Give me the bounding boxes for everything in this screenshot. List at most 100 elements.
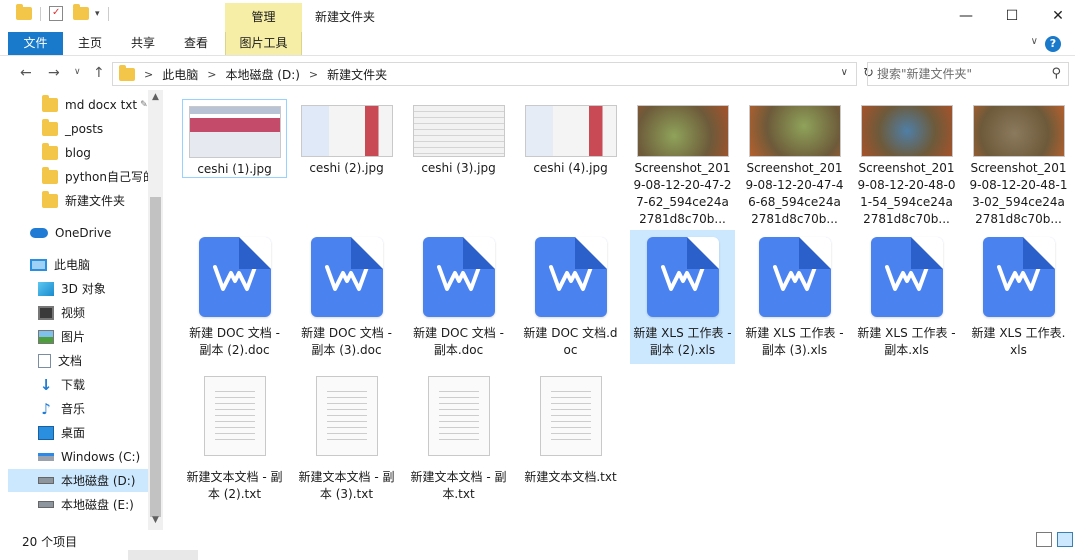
expand-ribbon-icon[interactable]: ∨: [1031, 36, 1038, 47]
sidebar-item-label: 下载: [61, 378, 86, 392]
file-name: 新建 XLS 工作表.xls: [971, 326, 1066, 357]
sidebar-item-posts[interactable]: _posts: [42, 117, 148, 140]
file-name: Screenshot_2019-08-12-20-47-27-62_594ce2…: [633, 161, 732, 226]
sidebar-item-blog[interactable]: blog: [42, 141, 148, 164]
image-thumbnail: [860, 105, 953, 157]
folder-icon: [119, 64, 135, 81]
address-bar[interactable]: > 此电脑 > 本地磁盘 (D:) > 新建文件夹 ∨ ↻: [112, 62, 874, 86]
scroll-down-icon[interactable]: ▼: [148, 515, 163, 525]
recent-locations-icon[interactable]: ∨: [74, 67, 81, 77]
sidebar-item-drive-c[interactable]: Windows (C:): [38, 445, 148, 468]
file-name: ceshi (3).jpg: [421, 161, 496, 175]
file-item-selected[interactable]: 新建 XLS 工作表 - 副本 (2).xls: [630, 230, 735, 364]
file-name: 新建文本文档 - 副本 (3).txt: [298, 470, 395, 501]
sidebar-scrollbar[interactable]: ▲ ▼: [148, 90, 163, 530]
window-title: 新建文件夹: [315, 10, 376, 24]
sidebar-item-pictures[interactable]: 图片: [38, 325, 148, 348]
search-icon[interactable]: ⚲: [1051, 63, 1061, 85]
image-thumbnail: [636, 105, 729, 157]
file-item[interactable]: Screenshot_2019-08-12-20-47-46-68_594ce2…: [742, 99, 847, 229]
file-name: ceshi (2).jpg: [309, 161, 384, 175]
file-item[interactable]: ceshi (2).jpg: [294, 99, 399, 178]
sidebar-item-this-pc[interactable]: 此电脑: [30, 253, 148, 276]
file-item[interactable]: 新建 DOC 文档.doc: [518, 230, 623, 364]
sidebar-item-label: 文档: [58, 354, 83, 368]
file-item[interactable]: 新建 DOC 文档 - 副本 (2).doc: [182, 230, 287, 364]
wps-document-icon: [198, 237, 271, 317]
sidebar-item-new-folder[interactable]: 新建文件夹: [42, 189, 148, 212]
sidebar-item-onedrive[interactable]: OneDrive: [30, 221, 148, 244]
up-arrow-icon[interactable]: ↑: [93, 65, 105, 81]
breadcrumb-drive-d[interactable]: 本地磁盘 (D:): [225, 66, 299, 83]
video-icon: [38, 305, 54, 320]
sidebar-item-label: 本地磁盘 (D:): [61, 474, 136, 488]
maximize-button[interactable]: ☐: [989, 0, 1035, 32]
chevron-right-icon[interactable]: >: [207, 68, 216, 81]
breadcrumb-current-folder[interactable]: 新建文件夹: [327, 66, 387, 83]
customize-quick-access-icon[interactable]: ▾: [95, 9, 100, 19]
file-item[interactable]: 新建 DOC 文档 - 副本.doc: [406, 230, 511, 364]
sidebar-item-md-docx-txt[interactable]: md docx txt ✎: [42, 93, 148, 116]
file-item[interactable]: 新建文本文档 - 副本 (2).txt: [182, 368, 287, 502]
background-window-strip: [128, 550, 198, 560]
help-button[interactable]: ?: [1045, 36, 1061, 52]
file-item[interactable]: 新建 XLS 工作表 - 副本.xls: [854, 230, 959, 364]
sidebar-item-documents[interactable]: 文档: [38, 349, 148, 372]
chevron-right-icon[interactable]: >: [144, 68, 153, 81]
address-dropdown-icon[interactable]: ∨: [841, 67, 848, 78]
tab-picture-tools[interactable]: 图片工具: [225, 32, 302, 55]
file-item[interactable]: 新建文本文档 - 副本 (3).txt: [294, 368, 399, 502]
sidebar-item-3d-objects[interactable]: 3D 对象: [38, 277, 148, 300]
sidebar-item-desktop[interactable]: 桌面: [38, 421, 148, 444]
folder-icon[interactable]: [16, 4, 32, 20]
scrollbar-thumb[interactable]: [150, 197, 161, 517]
file-name: Screenshot_2019-08-12-20-48-13-02_594ce2…: [969, 161, 1068, 226]
manage-tab[interactable]: 管理: [225, 3, 302, 32]
file-item[interactable]: Screenshot_2019-08-12-20-48-13-02_594ce2…: [966, 99, 1071, 229]
text-file-icon: [427, 376, 490, 456]
tab-view[interactable]: 查看: [176, 32, 216, 55]
large-icons-view-icon[interactable]: [1057, 532, 1073, 547]
tab-share[interactable]: 共享: [123, 32, 163, 55]
properties-icon[interactable]: ✓: [49, 6, 63, 21]
details-view-icon[interactable]: [1036, 532, 1052, 547]
tab-file[interactable]: 文件: [8, 32, 63, 55]
file-name: 新建文本文档 - 副本 (2).txt: [186, 470, 283, 501]
file-item[interactable]: ceshi (1).jpg: [182, 99, 287, 178]
search-input[interactable]: 搜索"新建文件夹" ⚲: [867, 62, 1069, 86]
sidebar-item-drive-e[interactable]: 本地磁盘 (E:): [38, 493, 148, 516]
sidebar-item-label: 3D 对象: [61, 282, 106, 296]
forward-arrow-icon[interactable]: →: [48, 65, 60, 81]
file-item[interactable]: 新建文本文档 - 副本.txt: [406, 368, 511, 502]
breadcrumb-this-pc[interactable]: 此电脑: [162, 66, 198, 83]
file-item[interactable]: ceshi (4).jpg: [518, 99, 623, 178]
file-item[interactable]: ceshi (3).jpg: [406, 99, 511, 178]
file-item[interactable]: 新建文本文档.txt: [518, 368, 623, 502]
sidebar-item-python[interactable]: python自己写的: [42, 165, 148, 188]
file-name: 新建文本文档.txt: [524, 470, 617, 484]
file-item[interactable]: 新建 XLS 工作表.xls: [966, 230, 1071, 364]
file-item[interactable]: 新建 DOC 文档 - 副本 (3).doc: [294, 230, 399, 364]
sidebar-item-label: 图片: [61, 330, 86, 344]
sidebar-item-videos[interactable]: 视频: [38, 301, 148, 324]
title-bar: ✓ ▾ 管理 新建文件夹 — ☐ ✕: [0, 0, 1075, 32]
tab-home[interactable]: 主页: [70, 32, 110, 55]
minimize-button[interactable]: —: [943, 0, 989, 32]
file-item[interactable]: Screenshot_2019-08-12-20-47-27-62_594ce2…: [630, 99, 735, 229]
new-folder-icon[interactable]: [73, 4, 89, 20]
file-name: 新建 DOC 文档 - 副本 (3).doc: [301, 326, 392, 357]
scroll-up-icon[interactable]: ▲: [148, 92, 163, 102]
file-item[interactable]: Screenshot_2019-08-12-20-48-01-54_594ce2…: [854, 99, 959, 229]
pin-icon[interactable]: ✎: [140, 100, 148, 110]
wps-document-icon: [310, 237, 383, 317]
sidebar-item-music[interactable]: ♪ 音乐: [38, 397, 148, 420]
close-button[interactable]: ✕: [1035, 0, 1081, 32]
image-thumbnail: [748, 105, 841, 157]
sidebar-item-downloads[interactable]: ↓ 下载: [38, 373, 148, 396]
chevron-right-icon[interactable]: >: [309, 68, 318, 81]
sidebar-item-label: python自己写的: [65, 170, 148, 184]
sidebar-item-drive-d[interactable]: 本地磁盘 (D:): [8, 469, 148, 492]
file-item[interactable]: 新建 XLS 工作表 - 副本 (3).xls: [742, 230, 847, 364]
divider: [107, 6, 109, 21]
back-arrow-icon[interactable]: ←: [20, 65, 32, 81]
